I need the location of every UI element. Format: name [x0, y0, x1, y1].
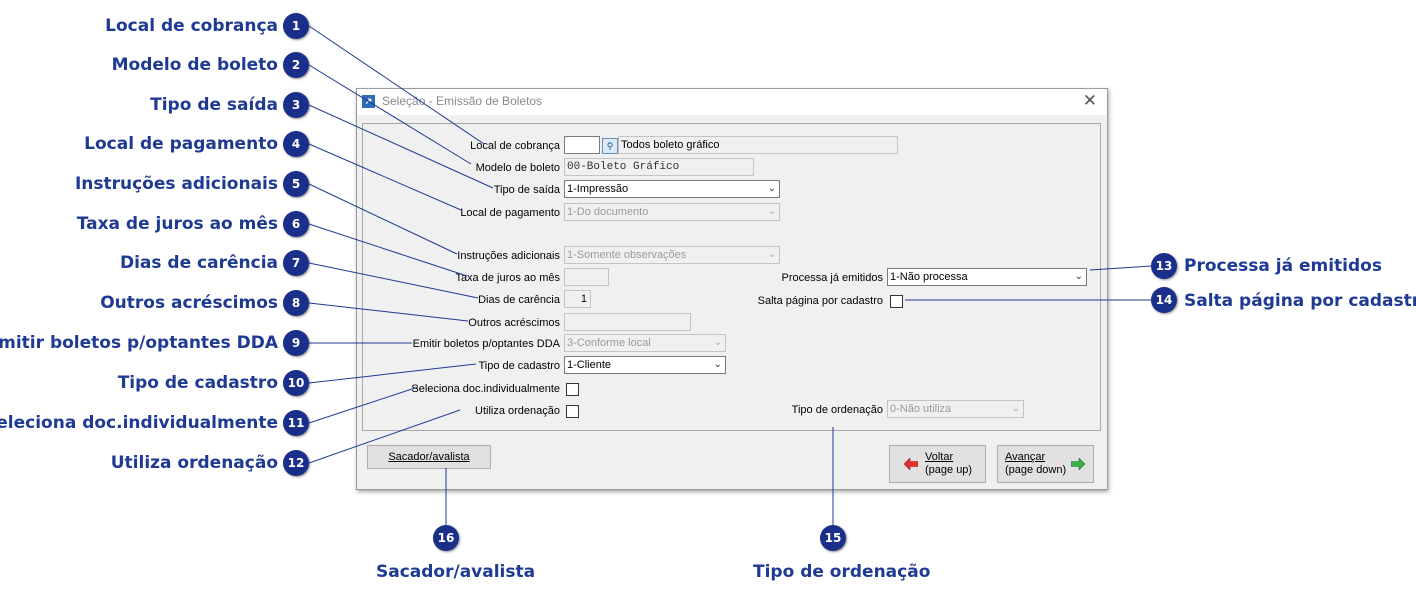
- voltar-sublabel: (page up): [925, 464, 973, 476]
- callout-badge-11: 11: [283, 410, 309, 436]
- local-cobranca-label: Local de cobrança: [470, 140, 560, 152]
- arrow-right-icon: [1071, 458, 1085, 470]
- callout-label-processa-emitidos: Processa já emitidos: [1184, 256, 1382, 276]
- local-cobranca-code-input[interactable]: [564, 136, 600, 154]
- callout-badge-8: 8: [283, 290, 309, 316]
- callout-badge-2: 2: [283, 52, 309, 78]
- avancar-label: Avançar: [1005, 451, 1046, 463]
- callout-label-local-pagamento: Local de pagamento: [84, 134, 278, 154]
- processa-emitidos-label: Processa já emitidos: [781, 272, 884, 284]
- callout-badge-7: 7: [283, 250, 309, 276]
- tipo-saida-select[interactable]: 1-Impressão ⌄: [564, 180, 780, 198]
- tipo-ordenacao-label: Tipo de ordenação: [791, 404, 883, 416]
- sacador-avalista-label: Sacador/avalista: [388, 451, 470, 463]
- emitir-dda-label: Emitir boletos p/optantes DDA: [412, 338, 560, 350]
- utiliza-ordenacao-checkbox[interactable]: [566, 405, 579, 418]
- avancar-sublabel: (page down): [1005, 464, 1067, 476]
- chevron-down-icon: ⌄: [767, 183, 776, 194]
- emissao-boletos-dialog: ↗ Seleção - Emissão de Boletos ✕ Local d…: [356, 88, 1108, 490]
- callout-label-salta-pagina: Salta página por cadastro: [1184, 291, 1416, 311]
- utiliza-ordenacao-label: Utiliza ordenação: [475, 405, 560, 417]
- outros-acrescimos-label: Outros acréscimos: [468, 317, 560, 329]
- callout-label-tipo-cadastro: Tipo de cadastro: [117, 373, 278, 393]
- sacador-avalista-button[interactable]: Sacador/avalista: [367, 445, 491, 469]
- callout-label-sacador: Sacador/avalista: [376, 562, 536, 582]
- callout-label-instrucoes: Instruções adicionais: [74, 174, 278, 194]
- tipo-cadastro-label: Tipo de cadastro: [478, 360, 560, 372]
- callout-badge-10: 10: [283, 370, 309, 396]
- chevron-down-icon: ⌄: [713, 337, 722, 348]
- callout-badge-1: 1: [283, 13, 309, 39]
- callout-badge-9: 9: [283, 330, 309, 356]
- tipo-cadastro-select[interactable]: 1-Cliente ⌄: [564, 356, 726, 374]
- local-pagamento-label: Local de pagamento: [460, 207, 560, 219]
- callout-label-utiliza-ordenacao: Utiliza ordenação: [110, 453, 278, 473]
- salta-pagina-checkbox[interactable]: [890, 295, 903, 308]
- chevron-down-icon: ⌄: [767, 249, 776, 260]
- avancar-button[interactable]: Avançar (page down): [997, 445, 1094, 483]
- callout-label-local-cobranca: Local de cobrança: [105, 16, 278, 36]
- callout-badge-16: 16: [433, 525, 459, 551]
- callout-badge-14: 14: [1151, 287, 1177, 313]
- taxa-juros-input: [564, 268, 609, 286]
- voltar-label: Voltar: [925, 451, 954, 463]
- callout-label-modelo-boleto: Modelo de boleto: [111, 55, 278, 75]
- seleciona-doc-checkbox[interactable]: [566, 383, 579, 396]
- callout-badge-6: 6: [283, 211, 309, 237]
- chevron-down-icon: ⌄: [767, 206, 776, 217]
- tipo-ordenacao-select: 0-Não utiliza ⌄: [887, 400, 1024, 418]
- voltar-button[interactable]: Voltar (page up): [889, 445, 986, 483]
- processa-emitidos-select[interactable]: 1-Não processa ⌄: [887, 268, 1087, 286]
- search-icon[interactable]: ⚲: [602, 138, 618, 154]
- callout-label-tipo-saida: Tipo de saída: [150, 95, 278, 115]
- salta-pagina-label: Salta página por cadastro: [757, 295, 883, 307]
- callout-badge-12: 12: [283, 450, 309, 476]
- dialog-titlebar: ↗ Seleção - Emissão de Boletos ✕: [357, 89, 1107, 115]
- callout-label-dias-carencia: Dias de carência: [119, 253, 278, 273]
- instrucoes-select: 1-Somente observações ⌄: [564, 246, 780, 264]
- callout-badge-15: 15: [820, 525, 846, 551]
- chevron-down-icon: ⌄: [713, 359, 722, 370]
- callout-badge-5: 5: [283, 171, 309, 197]
- taxa-juros-label: Taxa de juros ao mês: [455, 272, 560, 284]
- dias-carencia-label: Dias de carência: [478, 294, 560, 306]
- callout-badge-13: 13: [1151, 253, 1177, 279]
- dias-carencia-input: 1: [564, 290, 591, 308]
- local-pagamento-select: 1-Do documento ⌄: [564, 203, 780, 221]
- dialog-title: Seleção - Emissão de Boletos: [382, 94, 543, 108]
- callout-badge-3: 3: [283, 92, 309, 118]
- callout-label-emitir-dda: Emitir boletos p/optantes DDA: [0, 333, 278, 353]
- callout-label-taxa-juros: Taxa de juros ao mês: [76, 214, 278, 234]
- chevron-down-icon: ⌄: [1011, 403, 1020, 414]
- app-icon: ↗: [362, 95, 375, 108]
- callout-label-tipo-ordenacao: Tipo de ordenação: [753, 562, 931, 582]
- tipo-saida-label: Tipo de saída: [493, 184, 560, 196]
- callout-label-seleciona-doc: Seleciona doc.individualmente: [0, 413, 278, 433]
- chevron-down-icon: ⌄: [1074, 271, 1083, 282]
- callout-label-outros-acrescimos: Outros acréscimos: [100, 293, 278, 313]
- arrow-left-icon: [904, 458, 918, 470]
- instrucoes-label: Instruções adicionais: [457, 250, 560, 262]
- outros-acrescimos-input: [564, 313, 691, 331]
- modelo-boleto-label: Modelo de boleto: [475, 162, 560, 174]
- emitir-dda-select: 3-Conforme local ⌄: [564, 334, 726, 352]
- modelo-boleto-field: 00-Boleto Gráfico: [564, 158, 754, 176]
- local-cobranca-description: Todos boleto gráfico: [618, 136, 898, 154]
- callout-badge-4: 4: [283, 131, 309, 157]
- close-icon[interactable]: ✕: [1083, 91, 1097, 111]
- seleciona-doc-label: Seleciona doc.individualmente: [411, 383, 560, 395]
